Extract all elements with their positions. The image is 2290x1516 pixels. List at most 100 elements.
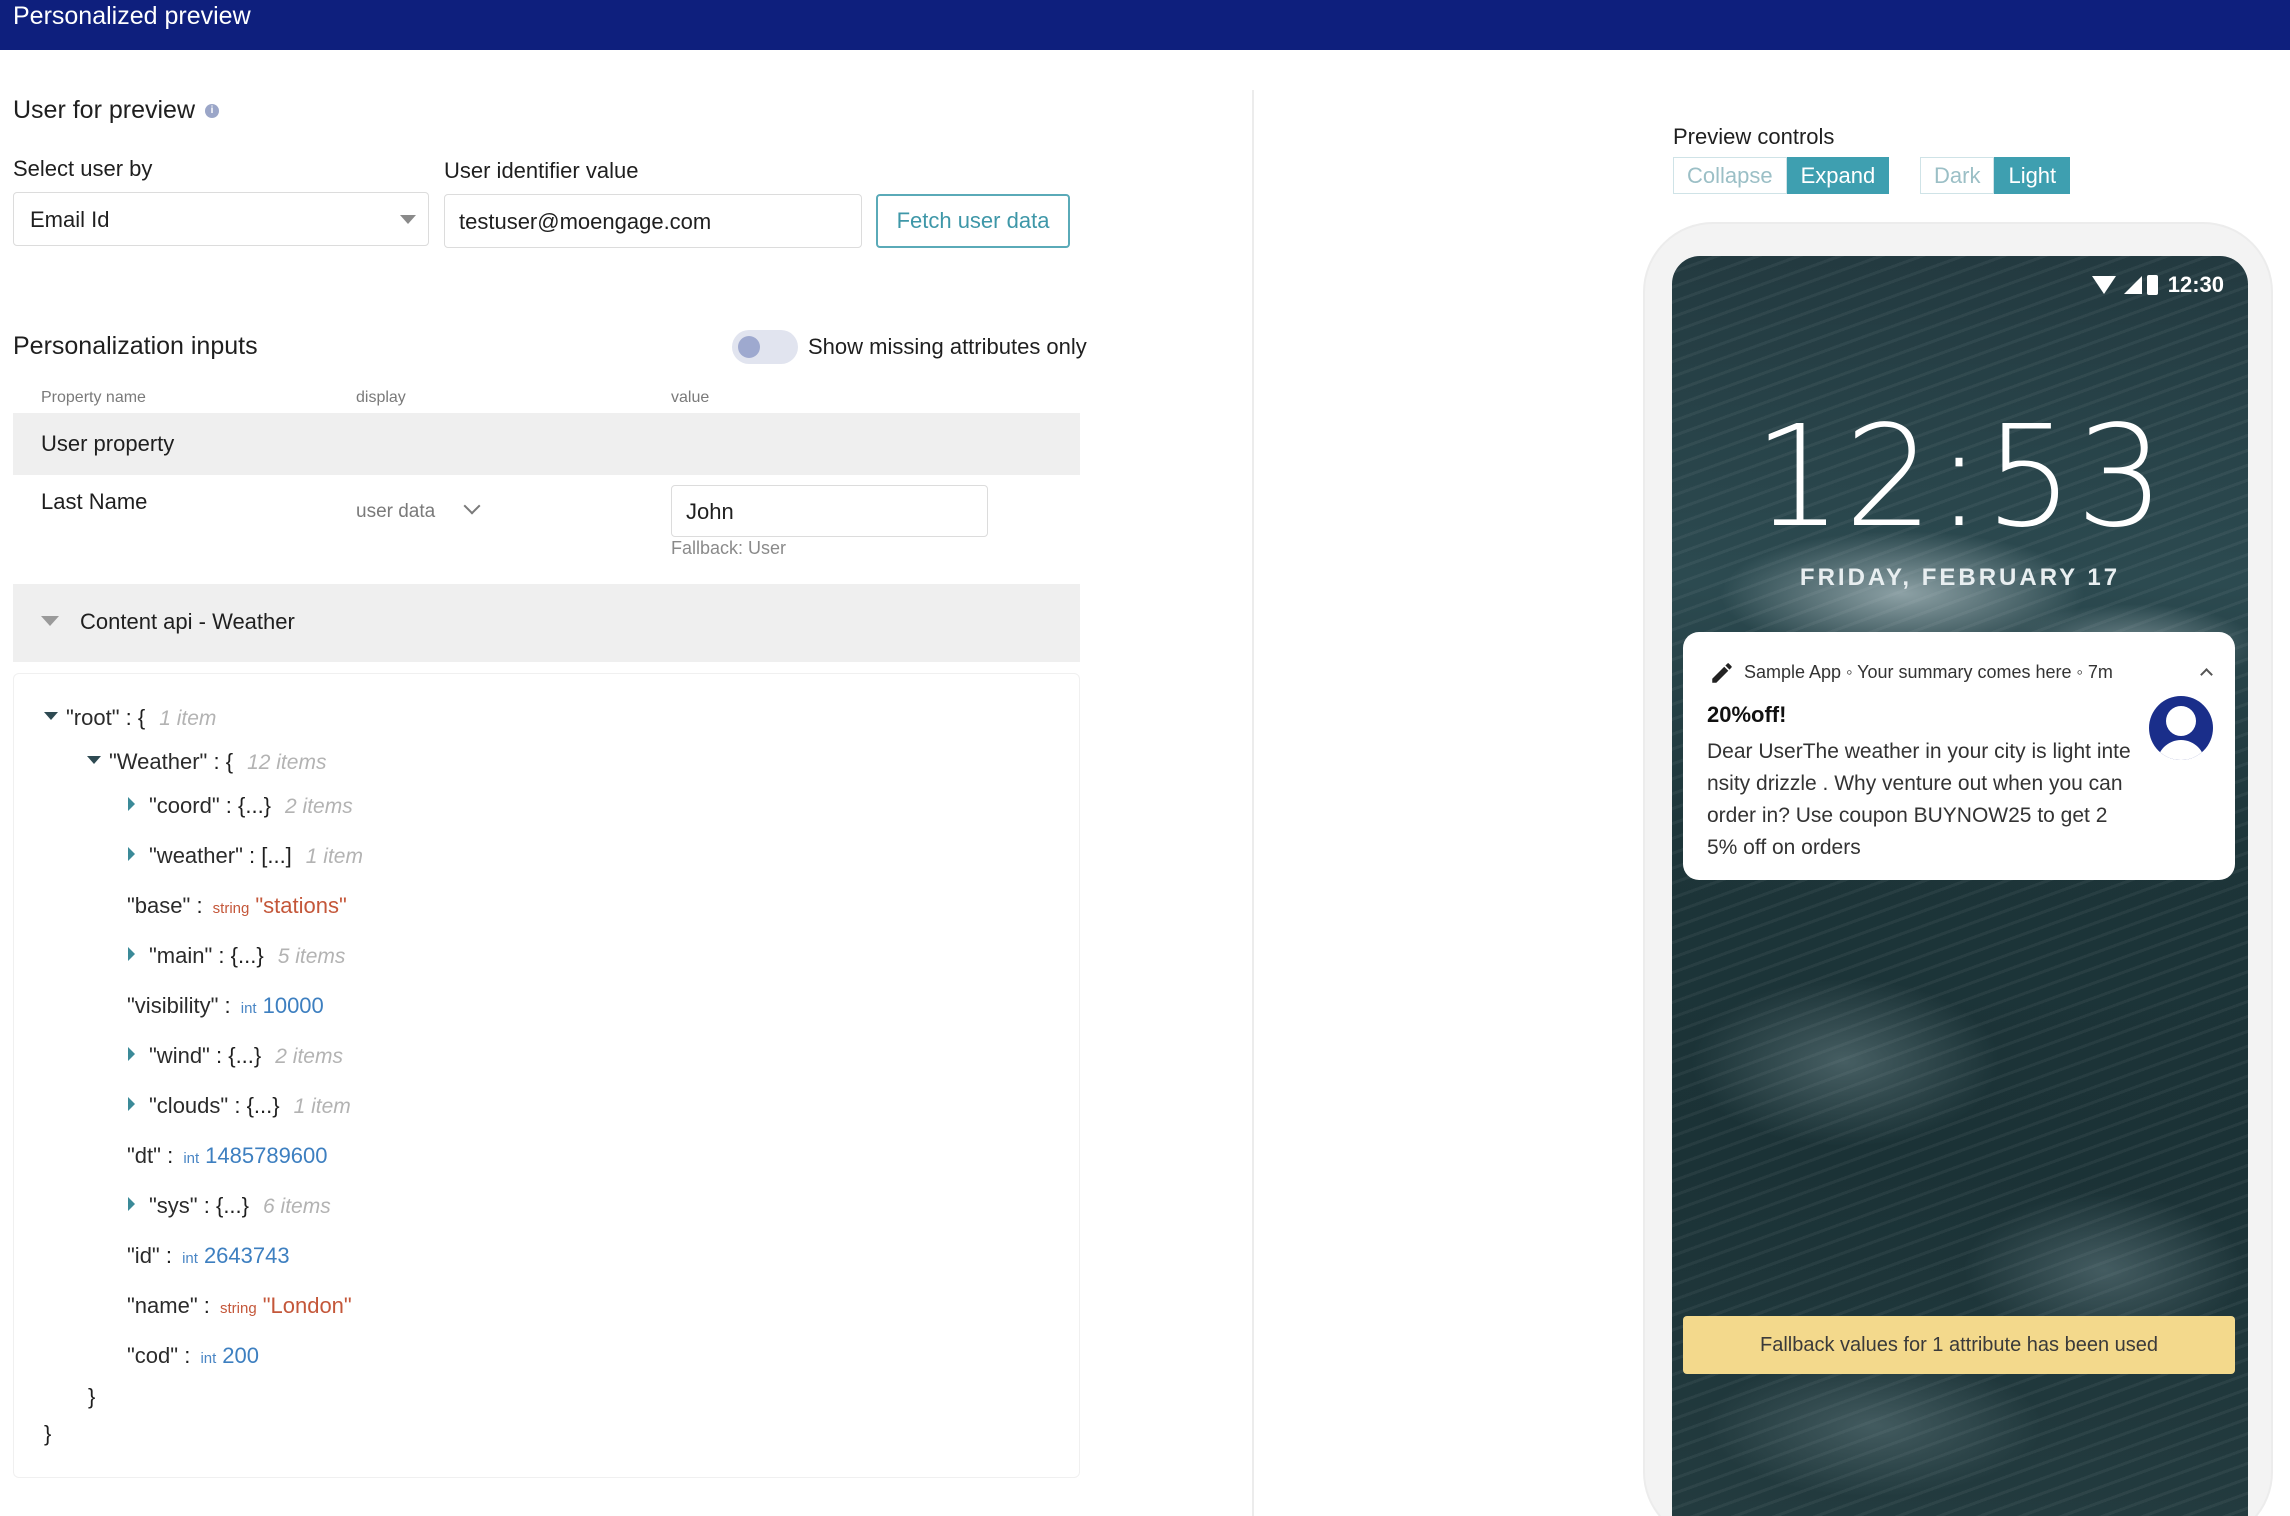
json-meta: 6 items <box>263 1195 331 1218</box>
json-key: "main" <box>149 943 213 968</box>
property-name-last-name: Last Name <box>41 489 148 514</box>
column-header-property: Property name <box>41 389 146 406</box>
preview-controls-label: Preview controls <box>1673 124 1835 149</box>
expand-button[interactable]: Expand <box>1786 157 1890 194</box>
json-line[interactable]: "main" : {...} 5 items <box>128 943 345 969</box>
user-identifier-input[interactable]: testuser@moengage.com <box>444 194 862 248</box>
json-line[interactable]: "clouds" : {...} 1 item <box>128 1093 351 1119</box>
json-key: "visibility" <box>127 993 219 1018</box>
chevron-down-icon[interactable] <box>463 497 481 515</box>
collapse-triangle-icon[interactable] <box>128 1097 135 1112</box>
battery-icon <box>2147 275 2158 295</box>
status-time: 12:30 <box>2167 272 2224 297</box>
json-value: 10000 <box>262 993 324 1018</box>
json-key: "id" <box>127 1243 160 1268</box>
json-meta: 1 item <box>305 845 363 868</box>
json-key: "cod" <box>127 1343 179 1368</box>
pencil-icon <box>1712 663 1732 683</box>
personalization-title: Personalization inputs <box>13 332 258 360</box>
phone-lock-screen: 12:30 12:53 FRIDAY, FEBRUARY 17 Sample A… <box>1672 256 2248 1516</box>
user-identifier-value: testuser@moengage.com <box>459 209 712 234</box>
user-property-group: User property <box>13 413 1080 475</box>
toggle-label: Show missing attributes only <box>808 334 1087 359</box>
json-collapsed[interactable]: {...} <box>238 793 271 818</box>
top-bar: Personalized preview <box>0 0 2290 50</box>
json-meta: 2 items <box>275 1045 343 1068</box>
json-type: int <box>200 1350 217 1367</box>
triangle-down-icon[interactable] <box>41 616 59 626</box>
light-button[interactable]: Light <box>1994 157 2071 194</box>
display-select-value[interactable]: user data <box>356 501 435 523</box>
info-icon[interactable]: i <box>205 104 219 119</box>
toggle-knob <box>738 336 760 358</box>
fallback-note: Fallback: User <box>671 538 787 558</box>
notification-body: Dear UserThe weather in your city is lig… <box>1707 740 2131 859</box>
json-close-brace: } <box>88 1384 96 1409</box>
json-value: "London" <box>262 1293 352 1318</box>
json-collapsed[interactable]: {...} <box>231 943 264 968</box>
json-collapsed[interactable]: {...} <box>216 1193 249 1218</box>
json-meta: 5 items <box>277 945 346 968</box>
json-collapsed[interactable]: {...} <box>228 1043 261 1068</box>
json-line: "name" : string "London" <box>127 1293 352 1318</box>
json-line: "cod" : int 200 <box>127 1343 259 1368</box>
collapse-button[interactable]: Collapse <box>1673 157 1787 194</box>
column-header-value: value <box>671 389 710 406</box>
json-meta: 12 items <box>247 751 327 774</box>
dark-button[interactable]: Dark <box>1920 157 1995 194</box>
json-value: 1485789600 <box>205 1143 328 1168</box>
json-type: int <box>183 1150 200 1167</box>
push-notification[interactable]: Sample App ◦ Your summary comes here ◦ 7… <box>1683 632 2235 880</box>
json-key: "dt" <box>127 1143 161 1168</box>
collapse-triangle-icon[interactable] <box>128 847 135 862</box>
json-collapsed[interactable]: {...} <box>247 1093 280 1118</box>
lock-clock: 12:53 <box>1753 396 2167 559</box>
json-close-brace: } <box>44 1421 52 1446</box>
json-meta: 1 item <box>293 1095 351 1118</box>
fetch-user-data-button[interactable]: Fetch user data <box>876 194 1070 248</box>
select-user-value: Email Id <box>30 207 110 232</box>
json-type: int <box>182 1250 198 1267</box>
avatar-icon <box>2149 696 2213 760</box>
json-collapsed[interactable]: [...] <box>261 843 292 868</box>
json-line[interactable]: "sys" : {...} 6 items <box>128 1193 331 1219</box>
json-type: string <box>212 900 250 917</box>
collapse-triangle-icon[interactable] <box>128 947 135 962</box>
column-header-display: display <box>356 389 406 406</box>
json-value: 2643743 <box>203 1243 290 1268</box>
notification-title: 20%off! <box>1707 702 1787 727</box>
json-key: "weather" <box>149 843 243 868</box>
json-root-line[interactable]: "root" : {1 item <box>44 705 216 731</box>
expand-triangle-icon[interactable] <box>44 712 58 721</box>
user-preview-title: User for preview i <box>13 96 219 125</box>
lock-date: FRIDAY, FEBRUARY 17 <box>1799 564 2121 591</box>
content-api-group[interactable]: Content api - Weather <box>13 584 1080 662</box>
collapse-triangle-icon[interactable] <box>128 797 135 812</box>
json-key: "base" <box>127 893 191 918</box>
json-line: "dt" : int 1485789600 <box>127 1143 328 1168</box>
collapse-triangle-icon[interactable] <box>128 1197 135 1212</box>
json-type: int <box>240 1000 257 1017</box>
json-key: "coord" <box>149 793 220 818</box>
expand-triangle-icon[interactable] <box>87 756 101 765</box>
panel-divider <box>1252 90 1254 1516</box>
collapse-triangle-icon[interactable] <box>128 1047 135 1062</box>
json-line: "base" : string "stations" <box>127 893 347 918</box>
json-value: 200 <box>222 1343 259 1368</box>
user-property-label: User property <box>41 431 175 456</box>
missing-attributes-toggle[interactable] <box>732 330 798 364</box>
json-line[interactable]: "weather" : [...] 1 item <box>128 843 363 869</box>
content-api-label: Content api - Weather <box>80 609 295 634</box>
json-line[interactable]: "coord" : {...} 2 items <box>128 793 353 819</box>
value-input-last-name[interactable]: John <box>671 485 988 537</box>
value-input-text: John <box>686 499 734 524</box>
page-title: Personalized preview <box>13 2 251 30</box>
wifi-icon <box>2092 276 2116 294</box>
notification-meta: Sample App ◦ Your summary comes here ◦ 7… <box>1744 662 2113 682</box>
json-line: "visibility" : int 10000 <box>127 993 324 1018</box>
json-value: "stations" <box>255 893 347 918</box>
select-user-by-dropdown[interactable]: Email Id <box>13 192 429 246</box>
chevron-up-icon[interactable] <box>2200 668 2213 681</box>
json-line[interactable]: "wind" : {...} 2 items <box>128 1043 343 1069</box>
json-weather-line[interactable]: "Weather" : {12 items <box>87 749 326 775</box>
